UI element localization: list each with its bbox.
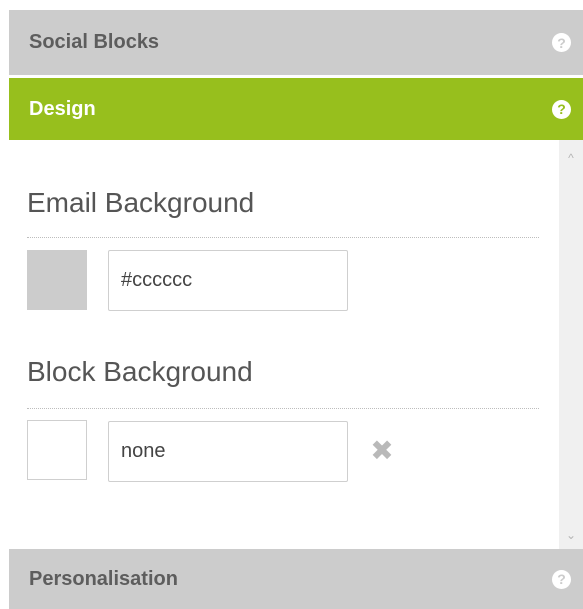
block-background-input[interactable] (108, 421, 348, 482)
email-background-label: Email Background (27, 187, 255, 218)
help-icon[interactable]: ? (552, 99, 571, 119)
design-title: Design (29, 97, 96, 120)
design-header[interactable]: Design ? (9, 78, 583, 140)
help-icon[interactable]: ? (552, 33, 571, 52)
design-panel: Email Background Block Background ✖ ^ ⌄ (9, 140, 583, 549)
divider (27, 408, 539, 409)
help-icon[interactable]: ? (552, 569, 571, 589)
scroll-up-icon[interactable]: ^ (559, 148, 583, 168)
email-background-input[interactable] (108, 250, 348, 311)
social-blocks-header[interactable]: Social Blocks ? (9, 10, 583, 75)
block-background-swatch[interactable] (27, 420, 87, 480)
scroll-down-icon[interactable]: ⌄ (559, 525, 583, 545)
email-background-swatch[interactable] (27, 250, 87, 310)
personalisation-title: Personalisation (29, 567, 178, 590)
clear-icon[interactable]: ✖ (369, 437, 395, 465)
divider (27, 237, 539, 238)
block-background-label: Block Background (27, 356, 253, 387)
scrollbar[interactable]: ^ ⌄ (559, 140, 583, 549)
personalisation-header[interactable]: Personalisation ? (9, 549, 583, 609)
social-blocks-title: Social Blocks (29, 31, 160, 53)
